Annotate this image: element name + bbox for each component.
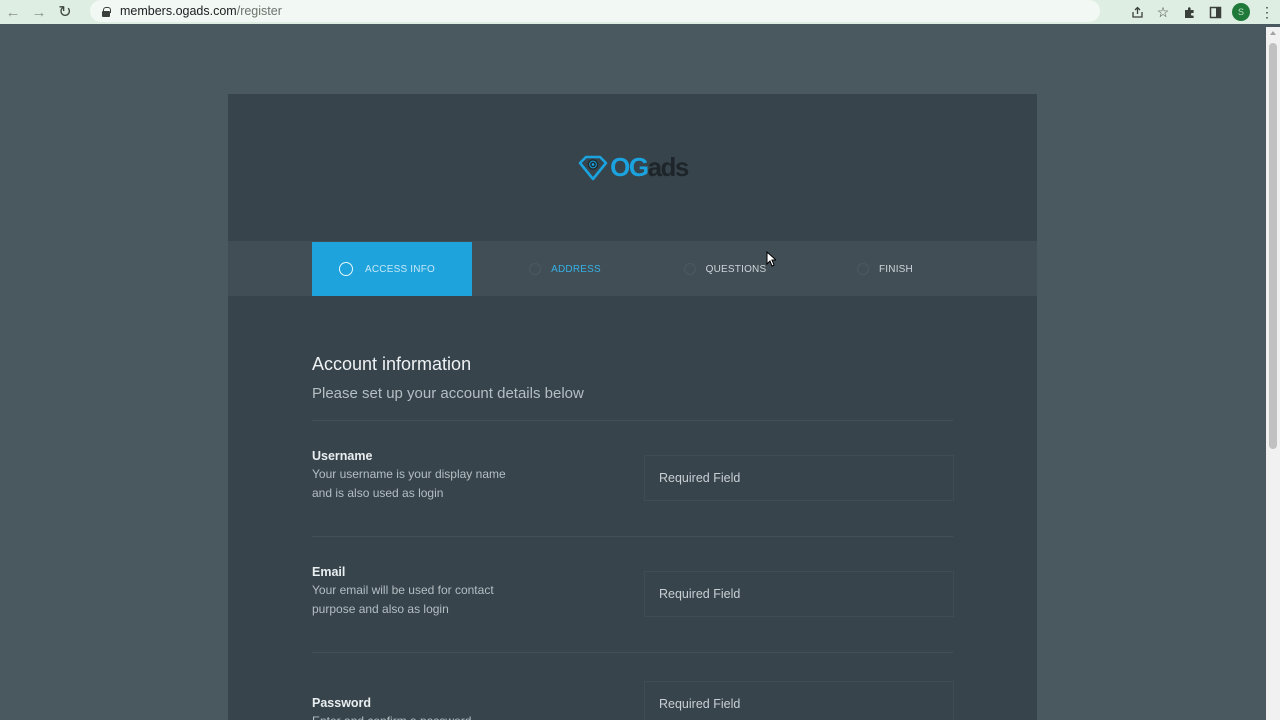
divider	[312, 420, 953, 421]
step-questions[interactable]: QUESTIONS	[645, 242, 805, 296]
back-icon[interactable]: ←	[0, 0, 26, 24]
step-dot-icon	[529, 263, 542, 275]
username-input[interactable]	[644, 455, 954, 501]
password-label: Password	[312, 696, 372, 710]
step-access-info[interactable]: ACCESS INFO	[312, 242, 472, 296]
logo-ads-text: ads	[647, 152, 690, 182]
step-label: ACCESS INFO	[365, 263, 435, 275]
profile-avatar[interactable]: S	[1232, 3, 1250, 21]
registration-form: Account information Please set up your a…	[228, 296, 1037, 720]
url-path: /register	[236, 4, 282, 18]
step-label: FINISH	[879, 263, 913, 275]
reload-icon[interactable]: ↻	[52, 0, 78, 24]
password-input[interactable]	[644, 681, 954, 720]
step-label: QUESTIONS	[705, 263, 767, 275]
card-header: OGads	[228, 94, 1037, 241]
bookmark-star-icon[interactable]: ☆	[1150, 0, 1176, 24]
email-help: Your email will be used for contact purp…	[312, 583, 494, 616]
browser-toolbar: ← → ↻ members.ogads.com/register ☆ S ⋮	[0, 0, 1280, 24]
username-label: Username	[312, 449, 373, 463]
step-label: ADDRESS	[551, 263, 601, 275]
divider	[312, 652, 953, 653]
step-address[interactable]: ADDRESS	[485, 242, 645, 296]
scroll-up-arrow-icon[interactable]	[1270, 31, 1276, 35]
diamond-target-icon	[578, 155, 608, 180]
password-help: Enter and confirm a password	[312, 712, 512, 720]
registration-steps: ACCESS INFO ADDRESS QUESTIONS FINISH	[228, 241, 1037, 296]
step-ring-icon	[339, 262, 353, 276]
address-bar[interactable]: members.ogads.com/register	[90, 0, 1100, 22]
username-help: Your username is your display name and i…	[312, 467, 506, 500]
section-title: Account information	[312, 354, 472, 374]
step-dot-icon	[857, 263, 869, 275]
forward-icon[interactable]: →	[26, 0, 52, 24]
ogads-logo: OGads	[577, 152, 690, 183]
kebab-menu-icon[interactable]: ⋮	[1254, 0, 1280, 24]
lock-icon[interactable]	[102, 6, 111, 17]
step-finish[interactable]: FINISH	[805, 242, 965, 296]
divider	[312, 536, 953, 537]
mouse-cursor-icon	[766, 251, 776, 267]
section-subtitle: Please set up your account details below	[312, 385, 584, 402]
url-host: members.ogads.com	[120, 4, 237, 18]
email-input[interactable]	[644, 571, 954, 617]
scroll-thumb[interactable]	[1269, 43, 1277, 449]
extensions-icon[interactable]	[1176, 0, 1202, 24]
side-panel-icon[interactable]	[1202, 0, 1228, 24]
email-label: Email	[312, 565, 346, 579]
logo-og-text: OG	[610, 152, 649, 182]
page-scrollbar[interactable]	[1266, 27, 1280, 720]
share-icon[interactable]	[1124, 0, 1150, 24]
step-dot-icon	[683, 263, 696, 275]
